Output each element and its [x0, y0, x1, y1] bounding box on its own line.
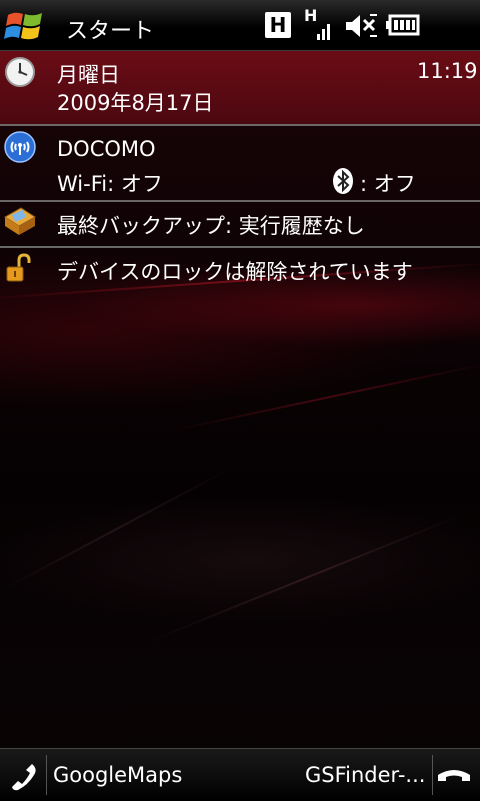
status-bar: スタート H H — [0, 0, 480, 51]
left-soft-key[interactable]: GoogleMaps — [53, 763, 182, 787]
soft-key-separator — [46, 755, 47, 795]
right-soft-key[interactable]: GSFinder-... — [305, 763, 425, 787]
backup-status: 最終バックアップ: 実行履歴なし — [57, 214, 365, 238]
today-connection-item[interactable]: DOCOMO Wi-Fi: オフ : オフ — [0, 125, 480, 200]
current-date: 2009年8月17日 — [57, 91, 214, 115]
soft-key-bar: GoogleMaps GSFinder-... — [0, 748, 480, 801]
speaker-mute-icon[interactable] — [344, 12, 378, 40]
wallpaper-streak — [149, 512, 466, 642]
backup-icon — [3, 205, 37, 237]
unlocked-padlock-icon — [5, 253, 35, 285]
start-button[interactable]: スタート — [66, 13, 154, 45]
wallpaper-streak — [0, 468, 231, 592]
today-date-item[interactable]: 月曜日 2009年8月17日 11:19 — [0, 51, 480, 124]
bluetooth-icon[interactable] — [332, 167, 354, 195]
windows-flag-icon[interactable] — [4, 7, 46, 45]
current-time[interactable]: 11:19 — [417, 59, 478, 83]
bluetooth-status[interactable]: : オフ — [360, 168, 416, 198]
soft-key-separator — [432, 755, 433, 795]
battery-icon[interactable] — [386, 14, 420, 36]
wireless-manager-icon — [4, 131, 36, 163]
hsdpa-icon[interactable]: H — [265, 12, 291, 38]
wallpaper-streak — [169, 361, 480, 432]
today-backup-item[interactable]: 最終バックアップ: 実行履歴なし — [0, 201, 480, 246]
end-call-icon[interactable] — [436, 765, 472, 787]
clock-icon — [4, 56, 36, 88]
day-of-week: 月曜日 — [57, 63, 120, 87]
lock-status: デバイスのロックは解除されています — [57, 260, 413, 284]
carrier-name: DOCOMO — [57, 137, 156, 161]
phone-icon[interactable] — [8, 761, 40, 791]
today-lock-item[interactable]: デバイスのロックは解除されています — [0, 247, 480, 291]
wifi-status[interactable]: Wi-Fi: オフ — [57, 168, 163, 198]
signal-strength-icon[interactable]: H — [304, 6, 332, 44]
